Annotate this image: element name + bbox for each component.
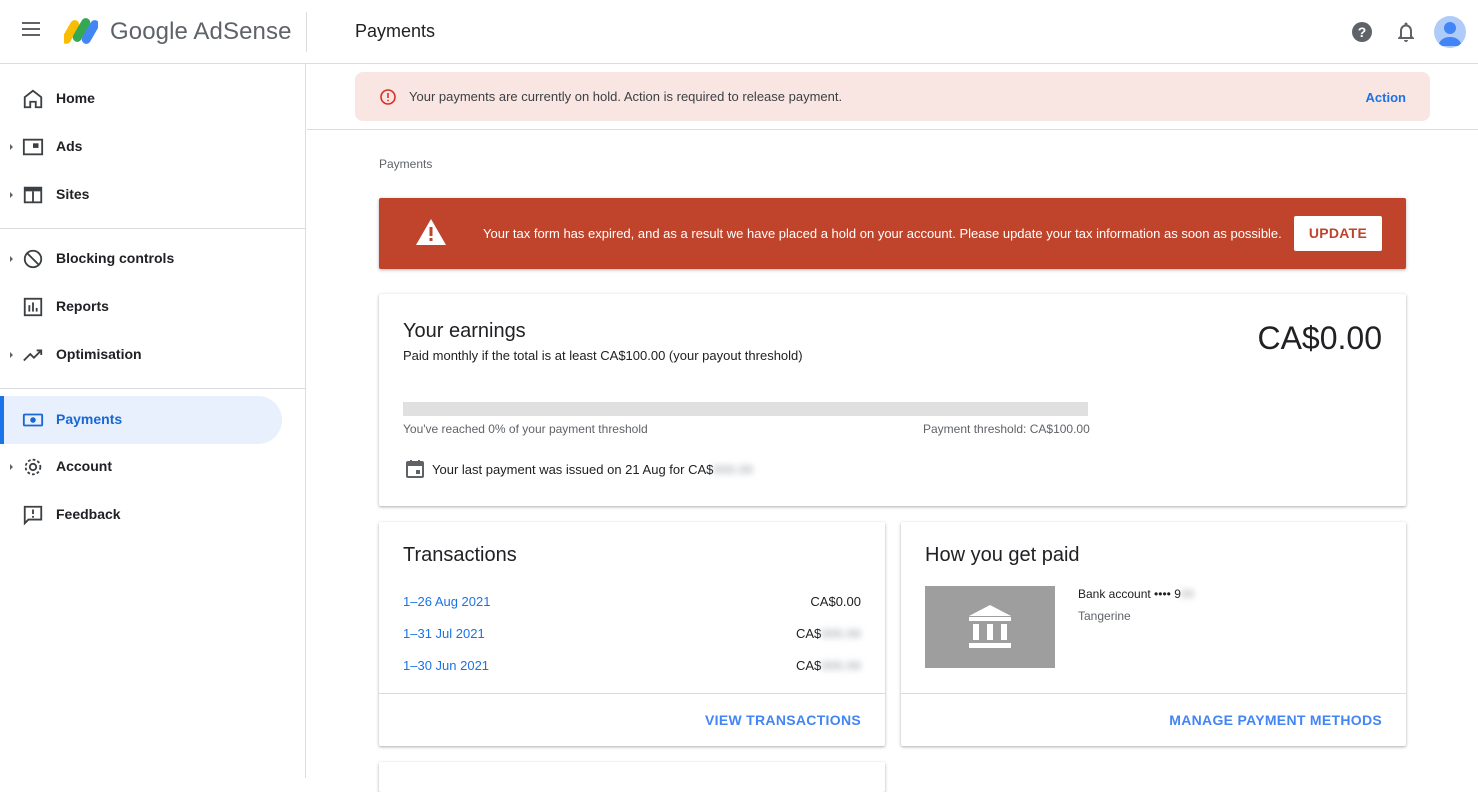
bank-provider: Tangerine bbox=[1078, 609, 1131, 623]
progress-caption: You've reached 0% of your payment thresh… bbox=[403, 422, 648, 436]
manage-payment-methods-link[interactable]: MANAGE PAYMENT METHODS bbox=[1169, 712, 1382, 728]
expand-caret-icon bbox=[10, 256, 13, 262]
svg-text:?: ? bbox=[1358, 24, 1367, 40]
sidebar-item-label: Account bbox=[56, 458, 112, 474]
nav-divider bbox=[0, 388, 306, 389]
warning-icon bbox=[416, 219, 446, 245]
earnings-amount: CA$0.00 bbox=[1257, 320, 1382, 356]
sites-icon bbox=[23, 186, 43, 204]
sidebar-item-feedback[interactable]: Feedback bbox=[0, 491, 282, 539]
expand-caret-icon bbox=[10, 352, 13, 358]
transaction-date-link[interactable]: 1–26 Aug 2021 bbox=[403, 594, 490, 609]
sidebar-nav: Home Ads Sites Blocking controls Reports… bbox=[0, 64, 306, 778]
card-divider bbox=[901, 693, 1406, 694]
sidebar-item-sites[interactable]: Sites bbox=[0, 171, 282, 219]
threshold-progress-bar bbox=[403, 402, 1088, 416]
update-button[interactable]: UPDATE bbox=[1294, 216, 1382, 251]
earnings-title: Your earnings bbox=[403, 320, 526, 342]
expand-caret-icon bbox=[10, 464, 13, 470]
sidebar-item-label: Feedback bbox=[56, 506, 121, 522]
amount-label: CA$0.00 bbox=[810, 594, 861, 609]
transaction-amount: CA$0.00 bbox=[810, 594, 861, 609]
earnings-card: Your earnings Paid monthly if the total … bbox=[379, 294, 1406, 506]
earnings-subtitle: Paid monthly if the total is at least CA… bbox=[403, 348, 803, 363]
last-payment-text: Your last payment was issued on 21 Aug f… bbox=[432, 462, 753, 477]
last-payment-label: Your last payment was issued on 21 Aug f… bbox=[432, 462, 714, 477]
transaction-amount: CA$000.00 bbox=[796, 626, 861, 641]
sidebar-item-payments[interactable]: Payments bbox=[0, 396, 282, 444]
nav-divider bbox=[0, 228, 306, 229]
sidebar-item-label: Home bbox=[56, 90, 95, 106]
sidebar-item-account[interactable]: Account bbox=[0, 443, 282, 491]
transaction-row: 1–31 Jul 2021 CA$000.00 bbox=[403, 626, 861, 646]
expand-caret-icon bbox=[10, 144, 13, 150]
transaction-date-link[interactable]: 1–31 Jul 2021 bbox=[403, 626, 485, 641]
redacted-amount: 000.00 bbox=[821, 658, 861, 673]
payment-hold-banner: Your payments are currently on hold. Act… bbox=[355, 72, 1430, 121]
threshold-caption: Payment threshold: CA$100.00 bbox=[923, 422, 1090, 436]
menu-icon[interactable] bbox=[22, 22, 42, 42]
next-card bbox=[379, 762, 885, 792]
transactions-card: Transactions 1–26 Aug 2021 CA$0.00 1–31 … bbox=[379, 522, 885, 746]
main-content: Your payments are currently on hold. Act… bbox=[307, 64, 1478, 792]
view-transactions-link[interactable]: VIEW TRANSACTIONS bbox=[705, 712, 861, 728]
tax-alert-message: Your tax form has expired, and as a resu… bbox=[483, 226, 1282, 241]
redacted-amount: 000.00 bbox=[821, 626, 861, 641]
bank-icon bbox=[969, 605, 1011, 648]
error-icon bbox=[380, 89, 396, 105]
sidebar-item-home[interactable]: Home bbox=[0, 75, 282, 123]
sidebar-item-label: Ads bbox=[56, 138, 83, 154]
sidebar-item-ads[interactable]: Ads bbox=[0, 123, 282, 171]
calendar-icon bbox=[406, 460, 424, 478]
amount-label: CA$ bbox=[795, 626, 822, 641]
payment-method-title: How you get paid bbox=[925, 544, 1080, 566]
redacted-amount: 000.00 bbox=[713, 462, 754, 477]
payments-icon bbox=[22, 413, 44, 427]
sidebar-item-label: Blocking controls bbox=[56, 250, 175, 266]
account-avatar[interactable] bbox=[1434, 16, 1466, 48]
sidebar-item-reports[interactable]: Reports bbox=[0, 283, 282, 331]
hold-message: Your payments are currently on hold. Act… bbox=[409, 89, 843, 104]
amount-label: CA$ bbox=[795, 658, 822, 673]
transaction-row: 1–30 Jun 2021 CA$000.00 bbox=[403, 658, 861, 678]
expand-caret-icon bbox=[10, 192, 13, 198]
top-app-bar: Google AdSense Payments ? bbox=[0, 0, 1478, 64]
page-title: Payments bbox=[355, 21, 436, 41]
sidebar-item-label: Reports bbox=[56, 298, 109, 314]
reports-icon bbox=[23, 297, 43, 317]
feedback-icon bbox=[23, 505, 43, 526]
account-label: Bank account •••• 9 bbox=[1078, 587, 1181, 601]
adsense-logo bbox=[64, 18, 98, 44]
transactions-title: Transactions bbox=[403, 544, 517, 566]
sidebar-item-label: Sites bbox=[56, 186, 90, 202]
bank-image bbox=[925, 586, 1055, 668]
sidebar-item-label: Optimisation bbox=[56, 346, 142, 362]
redacted-digits: 00 bbox=[1180, 587, 1195, 601]
sidebar-item-label: Payments bbox=[56, 411, 123, 427]
brand-divider bbox=[306, 12, 307, 52]
ads-icon bbox=[22, 138, 44, 156]
breadcrumb: Payments bbox=[379, 157, 433, 171]
transaction-date-link[interactable]: 1–30 Jun 2021 bbox=[403, 658, 489, 673]
hold-action-link[interactable]: Action bbox=[1366, 90, 1406, 105]
notifications-icon[interactable] bbox=[1394, 20, 1418, 44]
bank-account-number: Bank account •••• 900 bbox=[1078, 587, 1194, 601]
sidebar-item-blocking-controls[interactable]: Blocking controls bbox=[0, 235, 282, 283]
gear-icon bbox=[24, 458, 42, 476]
transaction-amount: CA$000.00 bbox=[796, 658, 861, 673]
tax-form-alert: Your tax form has expired, and as a resu… bbox=[379, 198, 1406, 269]
trending-icon bbox=[23, 349, 43, 362]
help-icon[interactable]: ? bbox=[1350, 20, 1374, 44]
header-divider bbox=[307, 129, 1478, 130]
block-icon bbox=[23, 249, 43, 269]
transaction-row: 1–26 Aug 2021 CA$0.00 bbox=[403, 594, 861, 614]
payment-method-card: How you get paid Bank account •••• 900 T… bbox=[901, 522, 1406, 746]
brand-name: Google AdSense bbox=[110, 18, 292, 45]
home-icon bbox=[23, 89, 43, 109]
sidebar-item-optimisation[interactable]: Optimisation bbox=[0, 331, 282, 379]
card-divider bbox=[379, 693, 885, 694]
